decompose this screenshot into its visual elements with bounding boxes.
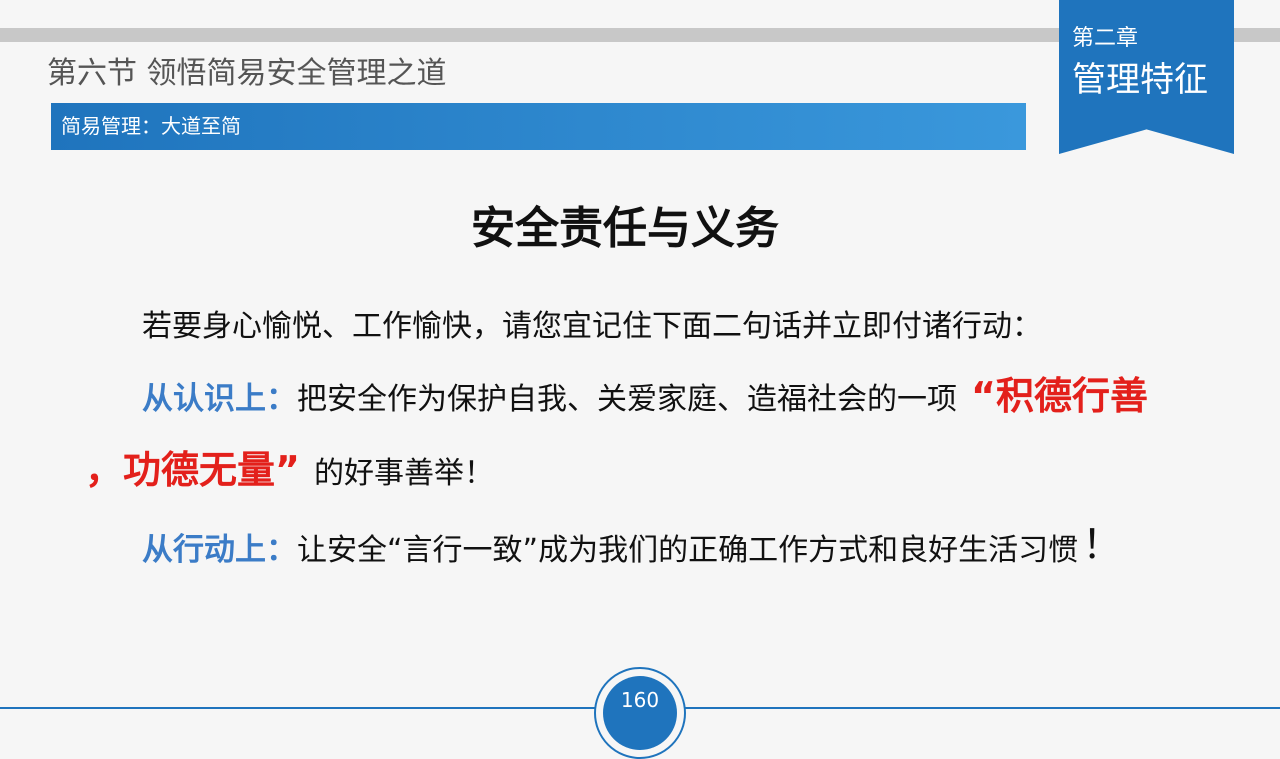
subtitle-bar: 简易管理：大道至简 <box>51 103 1026 150</box>
point1-emphasis-end: ，功德无量” <box>85 448 300 492</box>
point1-line: 从认识上：把安全作为保护自我、关爱家庭、造福社会的一项 “积德行善 <box>142 368 1148 428</box>
slide-heading: 安全责任与义务 <box>471 203 779 254</box>
chapter-name: 管理特征 <box>1072 60 1208 100</box>
point2-lead: 从行动上： <box>142 532 297 568</box>
point2-text: 让安全“言行一致”成为我们的正确工作方式和良好生活习惯 <box>297 533 1079 568</box>
point1-text-after: 的好事善举！ <box>313 456 494 491</box>
point1-emphasis-start: “积德行善 <box>971 374 1148 418</box>
point1-continuation: ，功德无量” 的好事善举！ <box>85 442 494 502</box>
point2-exclamation: ！ <box>1082 522 1123 568</box>
chapter-label: 第二章 <box>1072 26 1139 51</box>
subtitle-text: 简易管理：大道至简 <box>61 114 241 138</box>
chapter-badge: 第二章 管理特征 <box>1059 0 1234 154</box>
point1-lead: 从认识上： <box>142 381 297 417</box>
section-title: 第六节 领悟简易安全管理之道 <box>47 56 447 91</box>
point1-text: 把安全作为保护自我、关爱家庭、造福社会的一项 <box>297 382 957 417</box>
point2-line: 从行动上：让安全“言行一致”成为我们的正确工作方式和良好生活习惯！ <box>142 518 1122 578</box>
page-number: 160 <box>620 688 660 712</box>
intro-text: 若要身心愉悦、工作愉快，请您宜记住下面二句话并立即付诸行动： <box>142 309 1042 344</box>
